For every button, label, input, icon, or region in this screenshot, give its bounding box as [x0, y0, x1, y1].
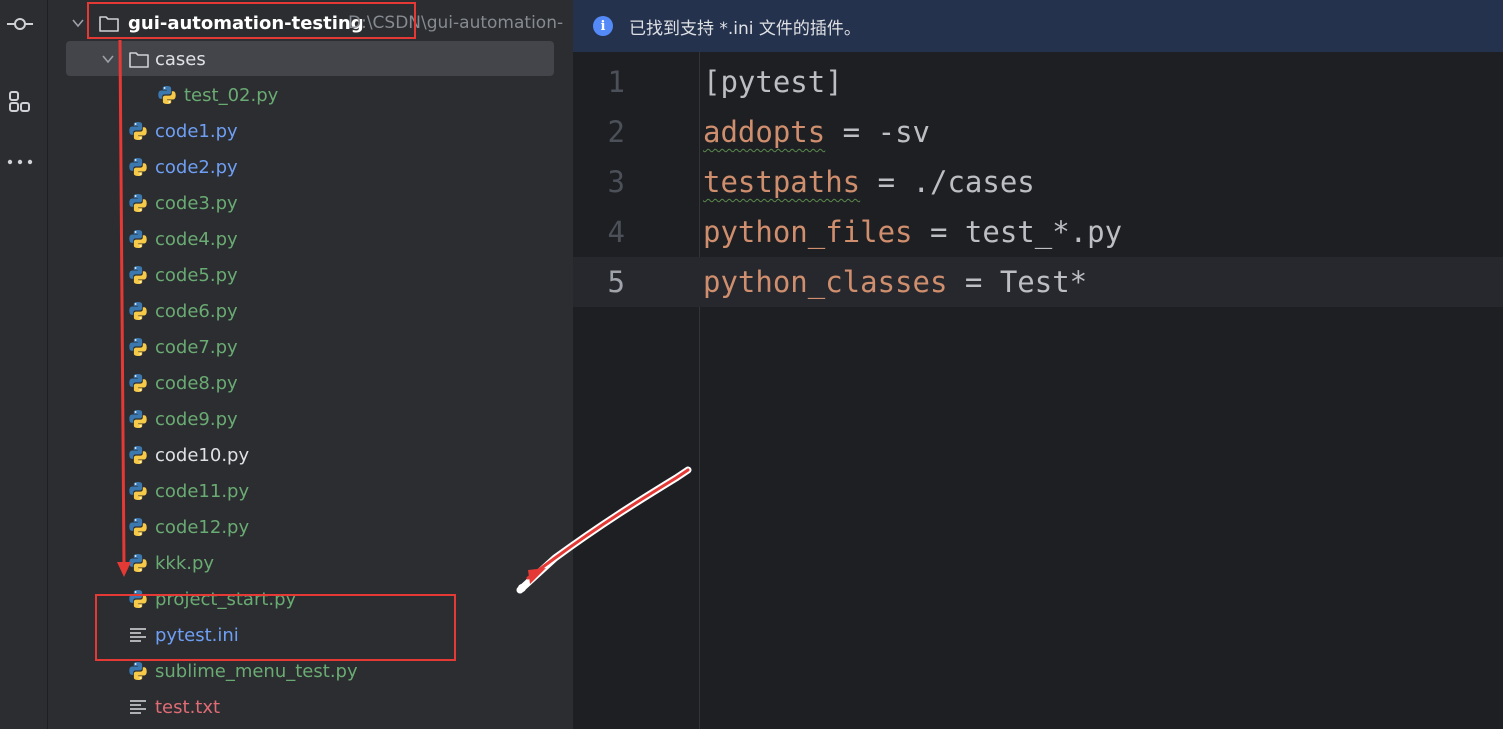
annotation-arrows: [117, 39, 692, 594]
ide-window: gui-automation-testing D:\CSDN\gui-autom…: [0, 0, 1503, 729]
